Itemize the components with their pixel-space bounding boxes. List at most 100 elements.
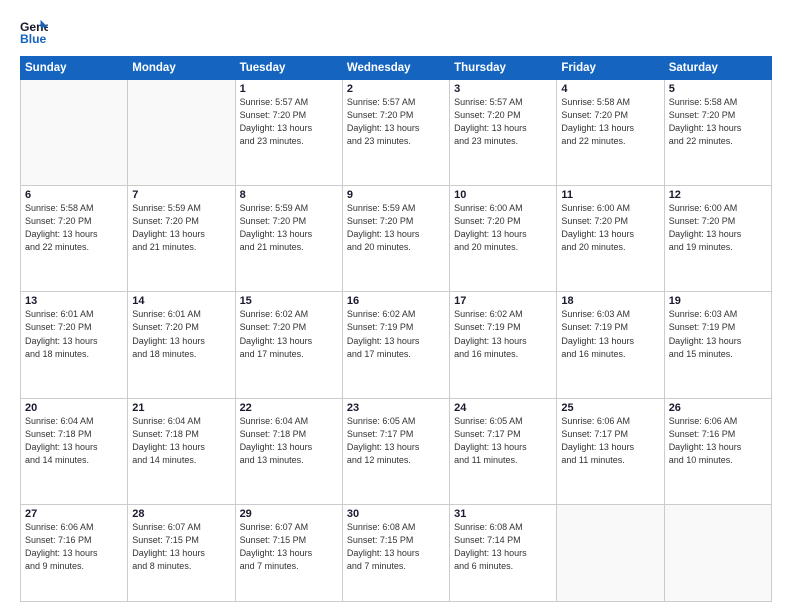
calendar-day-cell: 20Sunrise: 6:04 AM Sunset: 7:18 PM Dayli… [21,398,128,504]
calendar-day-cell: 15Sunrise: 6:02 AM Sunset: 7:20 PM Dayli… [235,292,342,398]
calendar-day-cell: 11Sunrise: 6:00 AM Sunset: 7:20 PM Dayli… [557,186,664,292]
day-number: 28 [132,508,230,520]
calendar-day-cell: 1Sunrise: 5:57 AM Sunset: 7:20 PM Daylig… [235,80,342,186]
calendar-week-row: 27Sunrise: 6:06 AM Sunset: 7:16 PM Dayli… [21,504,772,601]
day-detail: Sunrise: 6:02 AM Sunset: 7:19 PM Dayligh… [347,308,445,360]
day-detail: Sunrise: 6:00 AM Sunset: 7:20 PM Dayligh… [561,202,659,254]
day-detail: Sunrise: 6:01 AM Sunset: 7:20 PM Dayligh… [25,308,123,360]
day-number: 17 [454,295,552,307]
calendar-header-sunday: Sunday [21,57,128,80]
day-number: 3 [454,83,552,95]
calendar-week-row: 20Sunrise: 6:04 AM Sunset: 7:18 PM Dayli… [21,398,772,504]
day-detail: Sunrise: 6:05 AM Sunset: 7:17 PM Dayligh… [347,415,445,467]
day-number: 26 [669,402,767,414]
day-detail: Sunrise: 6:04 AM Sunset: 7:18 PM Dayligh… [132,415,230,467]
day-number: 9 [347,189,445,201]
day-number: 31 [454,508,552,520]
calendar-header-friday: Friday [557,57,664,80]
calendar-day-cell: 25Sunrise: 6:06 AM Sunset: 7:17 PM Dayli… [557,398,664,504]
calendar-table: SundayMondayTuesdayWednesdayThursdayFrid… [20,56,772,602]
day-detail: Sunrise: 6:06 AM Sunset: 7:17 PM Dayligh… [561,415,659,467]
calendar-week-row: 1Sunrise: 5:57 AM Sunset: 7:20 PM Daylig… [21,80,772,186]
day-number: 24 [454,402,552,414]
calendar-week-row: 6Sunrise: 5:58 AM Sunset: 7:20 PM Daylig… [21,186,772,292]
day-detail: Sunrise: 6:05 AM Sunset: 7:17 PM Dayligh… [454,415,552,467]
day-number: 1 [240,83,338,95]
day-number: 10 [454,189,552,201]
calendar-day-cell [664,504,771,601]
calendar-day-cell: 31Sunrise: 6:08 AM Sunset: 7:14 PM Dayli… [450,504,557,601]
day-detail: Sunrise: 5:58 AM Sunset: 7:20 PM Dayligh… [669,96,767,148]
calendar-header-wednesday: Wednesday [342,57,449,80]
calendar-day-cell: 26Sunrise: 6:06 AM Sunset: 7:16 PM Dayli… [664,398,771,504]
calendar-day-cell: 10Sunrise: 6:00 AM Sunset: 7:20 PM Dayli… [450,186,557,292]
day-detail: Sunrise: 5:57 AM Sunset: 7:20 PM Dayligh… [454,96,552,148]
calendar-header-row: SundayMondayTuesdayWednesdayThursdayFrid… [21,57,772,80]
day-number: 25 [561,402,659,414]
day-number: 30 [347,508,445,520]
calendar-day-cell: 30Sunrise: 6:08 AM Sunset: 7:15 PM Dayli… [342,504,449,601]
day-detail: Sunrise: 5:59 AM Sunset: 7:20 PM Dayligh… [347,202,445,254]
day-number: 12 [669,189,767,201]
day-number: 16 [347,295,445,307]
day-number: 5 [669,83,767,95]
day-detail: Sunrise: 6:08 AM Sunset: 7:14 PM Dayligh… [454,521,552,573]
day-detail: Sunrise: 5:59 AM Sunset: 7:20 PM Dayligh… [132,202,230,254]
calendar-day-cell: 7Sunrise: 5:59 AM Sunset: 7:20 PM Daylig… [128,186,235,292]
calendar-day-cell: 28Sunrise: 6:07 AM Sunset: 7:15 PM Dayli… [128,504,235,601]
calendar-header-tuesday: Tuesday [235,57,342,80]
day-number: 27 [25,508,123,520]
calendar-header-saturday: Saturday [664,57,771,80]
calendar-day-cell: 2Sunrise: 5:57 AM Sunset: 7:20 PM Daylig… [342,80,449,186]
calendar-day-cell: 21Sunrise: 6:04 AM Sunset: 7:18 PM Dayli… [128,398,235,504]
day-number: 13 [25,295,123,307]
day-detail: Sunrise: 6:00 AM Sunset: 7:20 PM Dayligh… [454,202,552,254]
calendar-week-row: 13Sunrise: 6:01 AM Sunset: 7:20 PM Dayli… [21,292,772,398]
day-number: 22 [240,402,338,414]
calendar-day-cell [128,80,235,186]
calendar-day-cell: 3Sunrise: 5:57 AM Sunset: 7:20 PM Daylig… [450,80,557,186]
calendar-day-cell: 27Sunrise: 6:06 AM Sunset: 7:16 PM Dayli… [21,504,128,601]
day-number: 15 [240,295,338,307]
calendar-day-cell: 4Sunrise: 5:58 AM Sunset: 7:20 PM Daylig… [557,80,664,186]
calendar-day-cell: 14Sunrise: 6:01 AM Sunset: 7:20 PM Dayli… [128,292,235,398]
logo: General Blue [20,18,52,46]
calendar-day-cell: 16Sunrise: 6:02 AM Sunset: 7:19 PM Dayli… [342,292,449,398]
calendar-day-cell: 23Sunrise: 6:05 AM Sunset: 7:17 PM Dayli… [342,398,449,504]
calendar-day-cell: 17Sunrise: 6:02 AM Sunset: 7:19 PM Dayli… [450,292,557,398]
svg-text:Blue: Blue [20,32,47,46]
day-detail: Sunrise: 6:04 AM Sunset: 7:18 PM Dayligh… [240,415,338,467]
day-number: 20 [25,402,123,414]
logo-icon: General Blue [20,18,48,46]
day-detail: Sunrise: 6:01 AM Sunset: 7:20 PM Dayligh… [132,308,230,360]
calendar-day-cell: 6Sunrise: 5:58 AM Sunset: 7:20 PM Daylig… [21,186,128,292]
day-detail: Sunrise: 6:06 AM Sunset: 7:16 PM Dayligh… [669,415,767,467]
day-detail: Sunrise: 5:57 AM Sunset: 7:20 PM Dayligh… [240,96,338,148]
calendar-header-thursday: Thursday [450,57,557,80]
calendar-day-cell: 18Sunrise: 6:03 AM Sunset: 7:19 PM Dayli… [557,292,664,398]
day-number: 14 [132,295,230,307]
calendar-day-cell: 8Sunrise: 5:59 AM Sunset: 7:20 PM Daylig… [235,186,342,292]
header: General Blue [20,18,772,46]
day-detail: Sunrise: 6:02 AM Sunset: 7:20 PM Dayligh… [240,308,338,360]
day-number: 8 [240,189,338,201]
day-detail: Sunrise: 6:04 AM Sunset: 7:18 PM Dayligh… [25,415,123,467]
day-detail: Sunrise: 6:08 AM Sunset: 7:15 PM Dayligh… [347,521,445,573]
calendar-day-cell: 12Sunrise: 6:00 AM Sunset: 7:20 PM Dayli… [664,186,771,292]
calendar-day-cell: 19Sunrise: 6:03 AM Sunset: 7:19 PM Dayli… [664,292,771,398]
day-detail: Sunrise: 6:06 AM Sunset: 7:16 PM Dayligh… [25,521,123,573]
day-number: 4 [561,83,659,95]
day-number: 2 [347,83,445,95]
page: General Blue SundayMondayTuesdayWednesda… [0,0,792,612]
day-number: 29 [240,508,338,520]
calendar-day-cell: 5Sunrise: 5:58 AM Sunset: 7:20 PM Daylig… [664,80,771,186]
calendar-day-cell: 9Sunrise: 5:59 AM Sunset: 7:20 PM Daylig… [342,186,449,292]
day-number: 7 [132,189,230,201]
day-number: 19 [669,295,767,307]
day-detail: Sunrise: 5:59 AM Sunset: 7:20 PM Dayligh… [240,202,338,254]
day-detail: Sunrise: 6:07 AM Sunset: 7:15 PM Dayligh… [240,521,338,573]
calendar-day-cell: 29Sunrise: 6:07 AM Sunset: 7:15 PM Dayli… [235,504,342,601]
calendar-header-monday: Monday [128,57,235,80]
calendar-day-cell [557,504,664,601]
day-number: 23 [347,402,445,414]
